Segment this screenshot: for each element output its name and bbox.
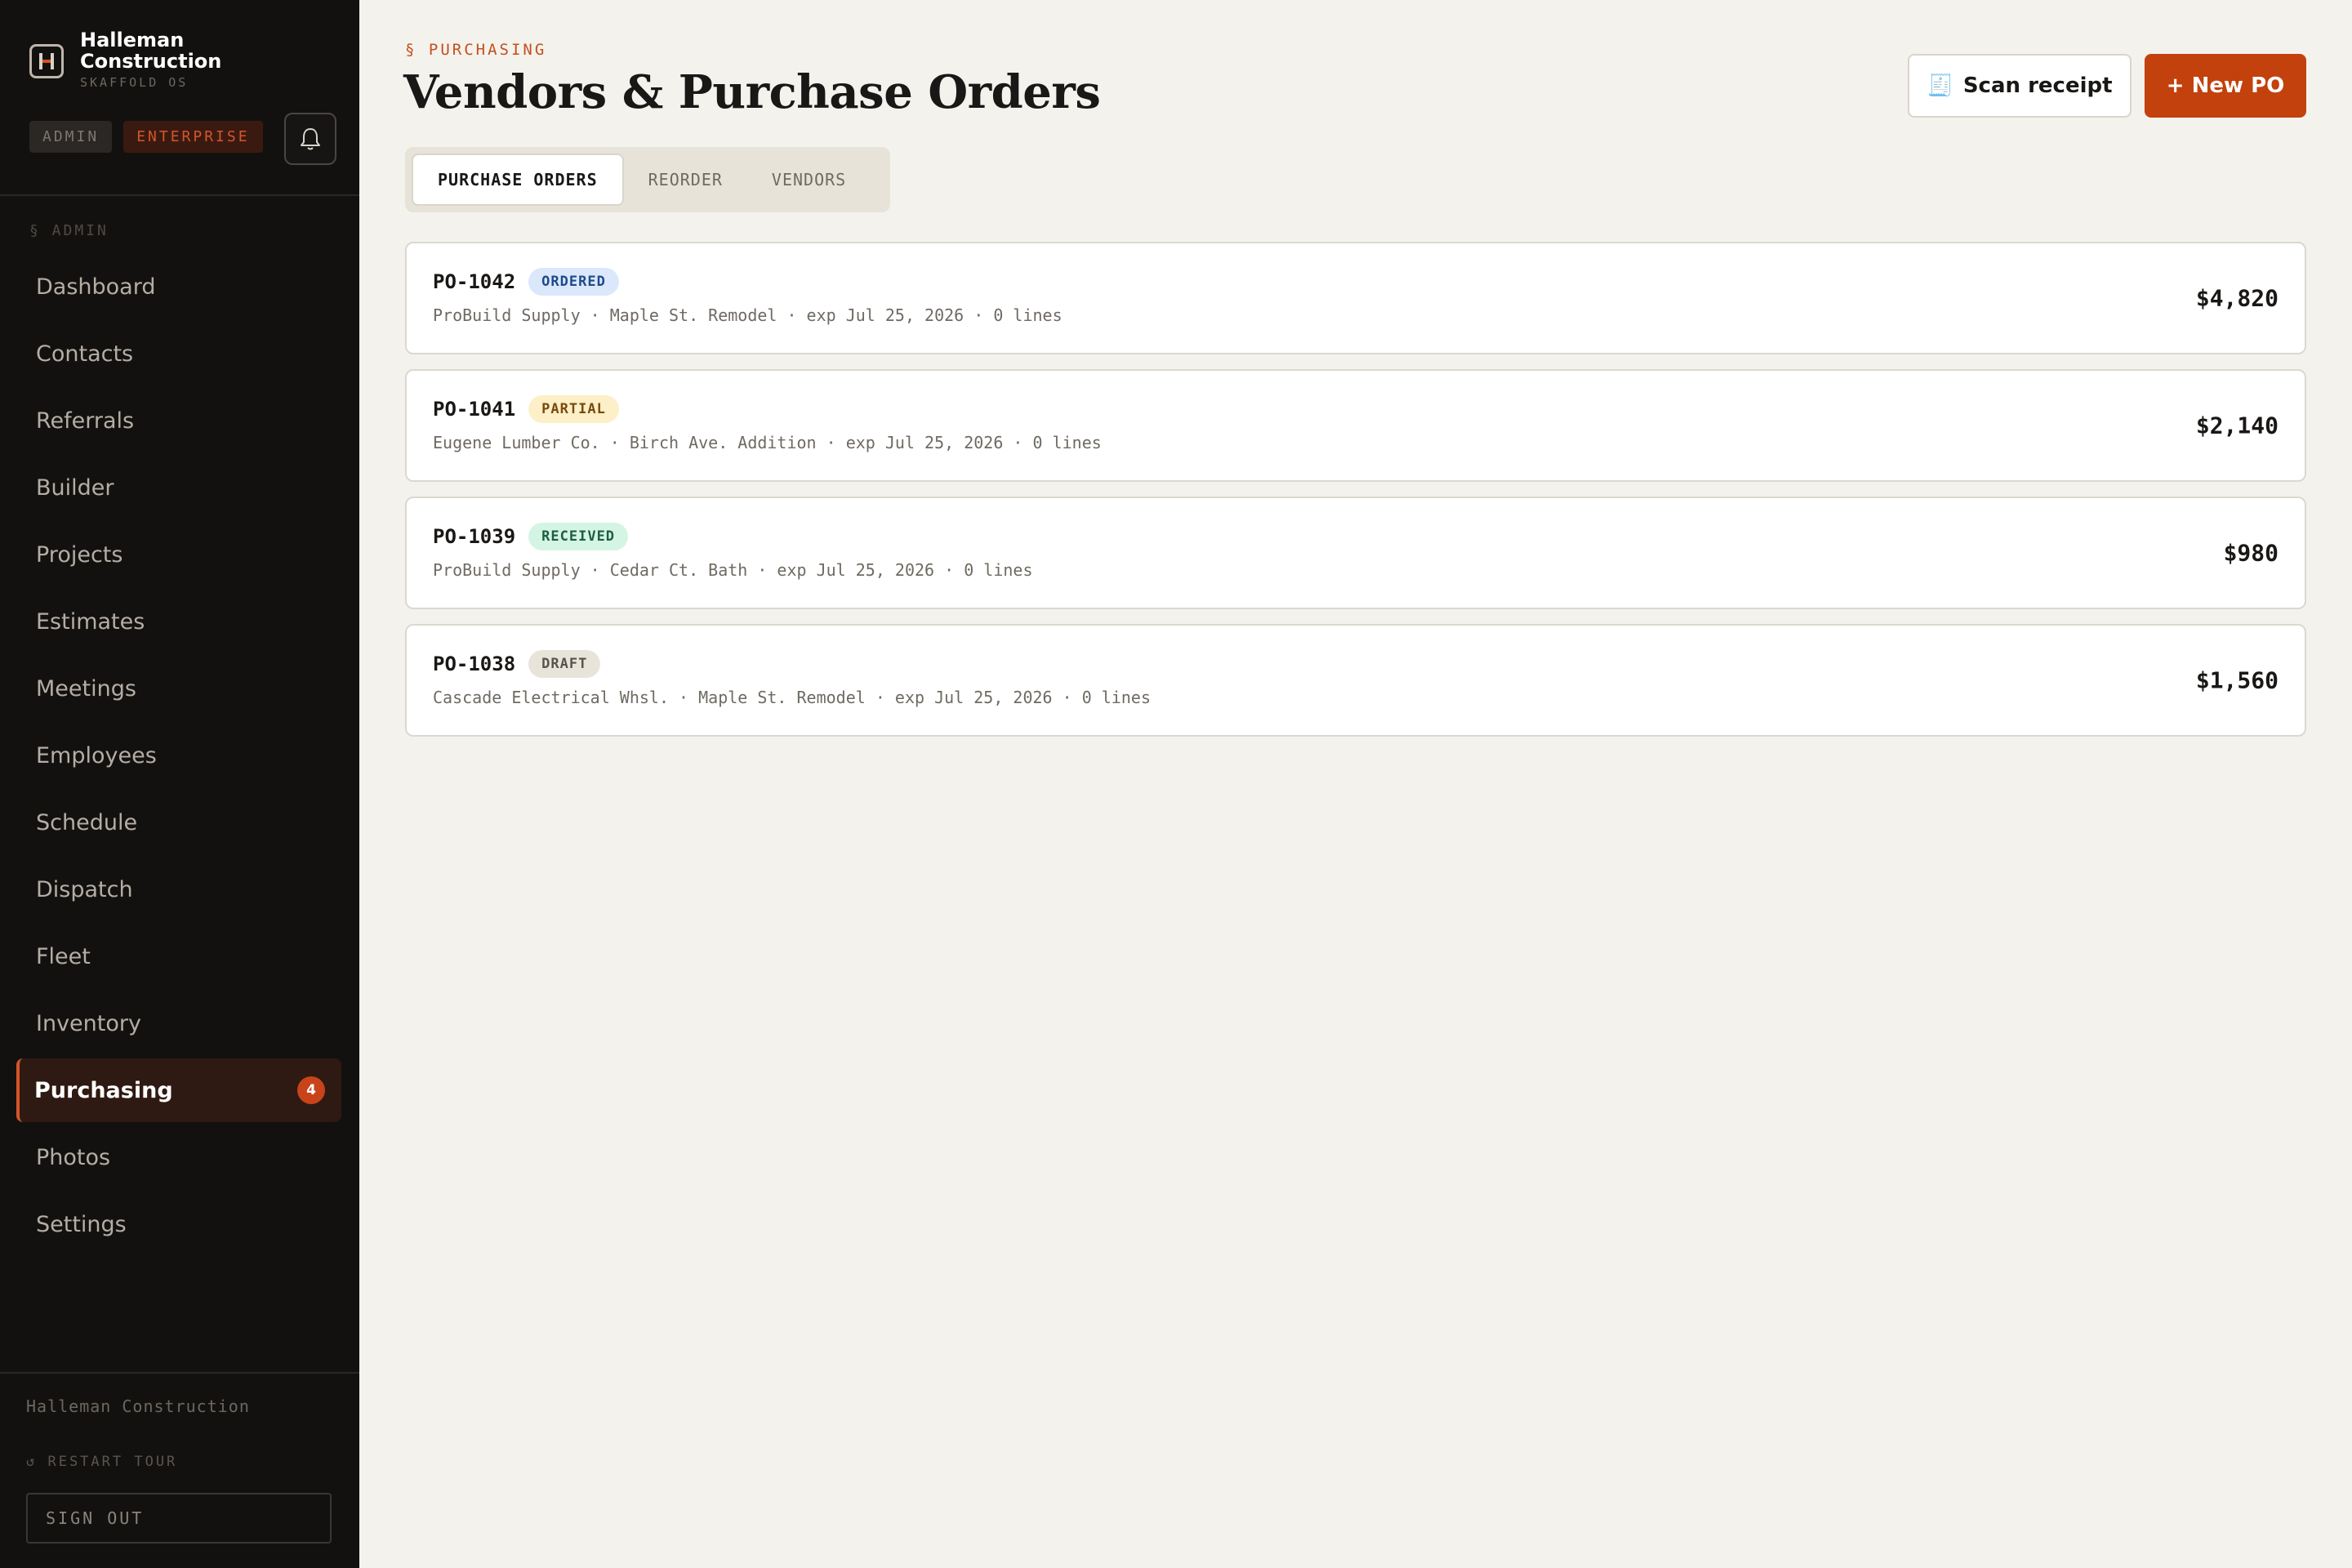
sidebar-item-label: Purchasing xyxy=(34,1077,173,1103)
h-beam-logo-icon xyxy=(29,44,64,78)
sidebar-item-employees[interactable]: Employees xyxy=(16,722,341,789)
tab-vendors[interactable]: VENDORS xyxy=(747,154,871,206)
sidebar-item-projects[interactable]: Projects xyxy=(16,521,341,588)
notifications-button[interactable] xyxy=(284,113,336,165)
sign-out-button[interactable]: SIGN OUT xyxy=(26,1493,332,1544)
scan-receipt-label: Scan receipt xyxy=(1962,74,2113,98)
page-title: Vendors & Purchase Orders xyxy=(403,65,1101,119)
sidebar-item-referrals[interactable]: Referrals xyxy=(16,387,341,454)
po-amount: $4,820 xyxy=(2195,284,2278,312)
tab-reorder[interactable]: REORDER xyxy=(624,154,747,206)
po-number: PO-1041 xyxy=(433,398,516,421)
sidebar-item-meetings[interactable]: Meetings xyxy=(16,655,341,722)
restart-tour-link[interactable]: ↺ RESTART TOUR xyxy=(26,1454,177,1470)
status-badge: ORDERED xyxy=(528,268,619,296)
sidebar-item-estimates[interactable]: Estimates xyxy=(16,588,341,655)
status-badge: PARTIAL xyxy=(528,395,619,423)
sidebar-item-fleet[interactable]: Fleet xyxy=(16,923,341,990)
po-card[interactable]: PO-1039 RECEIVED ProBuild Supply · Cedar… xyxy=(405,497,2306,609)
bell-icon xyxy=(301,128,320,150)
sidebar-item-purchasing[interactable]: Purchasing 4 xyxy=(16,1058,341,1122)
po-card[interactable]: PO-1041 PARTIAL Eugene Lumber Co. · Birc… xyxy=(405,369,2306,482)
po-number: PO-1042 xyxy=(433,270,516,293)
sidebar-item-schedule[interactable]: Schedule xyxy=(16,789,341,856)
po-number: PO-1038 xyxy=(433,653,516,675)
tab-bar: PURCHASE ORDERS REORDER VENDORS xyxy=(405,147,890,212)
po-card[interactable]: PO-1038 DRAFT Cascade Electrical Whsl. ·… xyxy=(405,624,2306,737)
footer-org-name: Halleman Construction xyxy=(26,1396,250,1416)
po-amount: $1,560 xyxy=(2195,666,2278,694)
sidebar-divider xyxy=(0,194,359,196)
po-details: ProBuild Supply · Cedar Ct. Bath · exp J… xyxy=(433,560,1033,580)
sidebar-item-inventory[interactable]: Inventory xyxy=(16,990,341,1057)
nav-section-label: § ADMIN xyxy=(29,222,109,239)
po-details: Cascade Electrical Whsl. · Maple St. Rem… xyxy=(433,688,1151,707)
purchasing-count-badge: 4 xyxy=(297,1076,325,1104)
role-badges: ADMIN ENTERPRISE xyxy=(29,121,263,153)
purchase-order-list: PO-1042 ORDERED ProBuild Supply · Maple … xyxy=(405,242,2306,751)
receipt-icon: 🧾 xyxy=(1927,74,1953,98)
sidebar-item-builder[interactable]: Builder xyxy=(16,454,341,521)
enterprise-plan-badge: ENTERPRISE xyxy=(123,121,263,153)
po-number: PO-1039 xyxy=(433,525,516,548)
page-eyebrow: § PURCHASING xyxy=(405,41,547,59)
po-details: ProBuild Supply · Maple St. Remodel · ex… xyxy=(433,305,1062,325)
sidebar-item-settings[interactable]: Settings xyxy=(16,1191,341,1258)
brand[interactable]: Halleman Construction SKAFFOLD OS xyxy=(29,29,243,90)
sidebar: Halleman Construction SKAFFOLD OS ADMIN … xyxy=(0,0,359,1568)
sidebar-nav: Dashboard Contacts Referrals Builder Pro… xyxy=(16,253,341,1258)
sidebar-item-dispatch[interactable]: Dispatch xyxy=(16,856,341,923)
admin-role-badge: ADMIN xyxy=(29,121,113,153)
tab-purchase-orders[interactable]: PURCHASE ORDERS xyxy=(412,154,624,206)
scan-receipt-button[interactable]: 🧾 Scan receipt xyxy=(1908,54,2132,118)
brand-subtitle: SKAFFOLD OS xyxy=(80,75,189,90)
sidebar-footer-divider xyxy=(0,1372,359,1374)
status-badge: RECEIVED xyxy=(528,523,629,550)
sidebar-item-photos[interactable]: Photos xyxy=(16,1124,341,1191)
po-amount: $980 xyxy=(2223,539,2278,567)
status-badge: DRAFT xyxy=(528,650,601,678)
po-details: Eugene Lumber Co. · Birch Ave. Addition … xyxy=(433,433,1102,452)
po-card[interactable]: PO-1042 ORDERED ProBuild Supply · Maple … xyxy=(405,242,2306,354)
sidebar-item-dashboard[interactable]: Dashboard xyxy=(16,253,341,320)
brand-name: Halleman Construction xyxy=(80,29,222,73)
po-amount: $2,140 xyxy=(2195,412,2278,439)
new-po-button[interactable]: + New PO xyxy=(2145,54,2306,118)
sidebar-item-contacts[interactable]: Contacts xyxy=(16,320,341,387)
